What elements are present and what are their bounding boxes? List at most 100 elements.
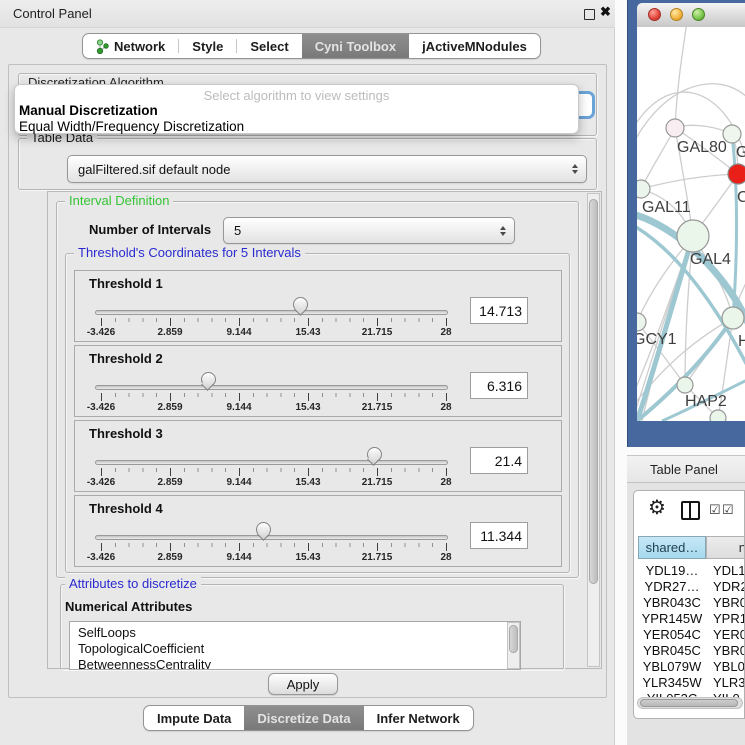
tab-cyni-toolbox-label: Cyni Toolbox (315, 39, 396, 54)
node-table-panel: ⚙ ☑ ☑ shared… na YDL19…YDL1 YDR27…YDR2 Y… (633, 490, 745, 719)
table-row[interactable]: YLR345WYLR3 (638, 675, 745, 691)
float-window-icon[interactable] (584, 9, 595, 20)
threshold-1-value-field[interactable] (470, 297, 528, 324)
threshold-3-panel: Threshold 3 -3.426 2.859 9.144 15.43 2 (74, 420, 562, 492)
close-icon[interactable]: ✖ (600, 4, 611, 20)
column-header-name-label: na (739, 540, 745, 555)
tab-infer-network[interactable]: Infer Network (364, 706, 473, 730)
cell: YBL0 (713, 659, 745, 674)
tab-infer-network-label: Infer Network (377, 711, 460, 726)
dropdown-option-equal-width[interactable]: Equal Width/Frequency Discretization (19, 119, 244, 134)
node-selected-red[interactable] (728, 164, 745, 184)
tab-network[interactable]: Network (83, 34, 178, 58)
column-header-shared-name[interactable]: shared… (638, 536, 706, 559)
close-traffic-light-icon[interactable] (648, 8, 661, 21)
cell: YBL079W (638, 659, 706, 674)
column-header-name[interactable]: na (706, 536, 745, 559)
tab-impute-data[interactable]: Impute Data (144, 706, 244, 730)
apply-button[interactable]: Apply (268, 673, 338, 695)
threshold-3-value-field[interactable] (470, 447, 528, 474)
tab-select[interactable]: Select (237, 34, 301, 58)
threshold-1-slider-thumb[interactable] (293, 297, 308, 312)
network-window-titlebar[interactable] (637, 3, 745, 28)
threshold-4-slider (101, 496, 446, 566)
cell: YBR045C (638, 643, 706, 658)
attributes-list-scrollbar-thumb[interactable] (509, 625, 518, 653)
cell: YLR3 (713, 675, 745, 690)
node-h[interactable] (722, 307, 744, 329)
gear-icon[interactable]: ⚙ (648, 495, 666, 520)
tab-cyni-toolbox[interactable]: Cyni Toolbox (302, 34, 409, 58)
threshold-4-slider-thumb[interactable] (256, 522, 271, 537)
threshold-3-slider-thumb[interactable] (367, 447, 382, 462)
checkbox-icon[interactable]: ☑ (709, 502, 721, 518)
thresholds-group: Threshold's Coordinates for 5 Intervals … (65, 253, 570, 573)
dropdown-prompt-item[interactable]: Select algorithm to view settings (15, 88, 578, 103)
list-item-betweennesscentrality[interactable]: BetweennessCentrality (70, 657, 520, 670)
tick-label: 28 (440, 327, 451, 338)
minimize-traffic-light-icon[interactable] (670, 8, 683, 21)
table-horizontal-scrollbar-thumb[interactable] (640, 699, 738, 707)
tick-label: -3.426 (87, 327, 115, 338)
numerical-attributes-list: SelfLoops TopologicalCoefficient Between… (69, 621, 521, 670)
tick-label: 15.43 (295, 552, 320, 563)
node-hap2[interactable] (677, 377, 693, 393)
node-gal80[interactable] (666, 119, 684, 137)
cyni-toolbox-panel: Discretization Algorithm Select algorith… (8, 64, 607, 698)
table-horizontal-scrollbar[interactable] (637, 697, 743, 709)
node-bottom[interactable] (710, 410, 726, 421)
tick-label: 15.43 (295, 402, 320, 413)
threshold-1-slider (101, 271, 446, 341)
table-row[interactable]: YDL19…YDL1 (638, 563, 745, 579)
settings-panel-scrollbar[interactable] (587, 193, 600, 667)
tick-label: 15.43 (295, 327, 320, 338)
node-label-gal11: GAL11 (642, 199, 691, 216)
screen: Control Panel ✖ Network Style Select Cyn… (0, 0, 745, 745)
cell: YPR145W (638, 611, 706, 626)
checkbox-icon[interactable]: ☑ (722, 502, 734, 518)
table-row[interactable]: YPR145WYPR1 (638, 611, 745, 627)
tab-network-label: Network (114, 39, 165, 54)
zoom-traffic-light-icon[interactable] (692, 8, 705, 21)
attributes-group-label: Attributes to discretize (65, 576, 201, 592)
node-label-gcy1: GCY1 (637, 331, 677, 348)
network-icon (96, 39, 109, 54)
node-label-h: H (738, 333, 745, 350)
tick-label: 21.715 (362, 327, 393, 338)
table-row[interactable]: YBL079W YBL0 (638, 659, 745, 675)
table-row[interactable]: YDR27…YDR2 (638, 579, 745, 595)
tab-style[interactable]: Style (179, 34, 236, 58)
tick-label: 9.144 (226, 327, 251, 338)
tab-discretize-data[interactable]: Discretize Data (244, 706, 363, 730)
threshold-2-value-field[interactable] (470, 372, 528, 399)
number-of-intervals-combobox[interactable]: 5 (223, 217, 515, 244)
table-data-combobox[interactable]: galFiltered.sif default node (67, 155, 587, 183)
tick-label: 28 (440, 477, 451, 488)
tick-label: -3.426 (87, 552, 115, 563)
tick-label: 21.715 (362, 552, 393, 563)
node-label-g: G. (736, 144, 745, 161)
settings-panel-scrollbar-thumb[interactable] (589, 199, 598, 584)
threshold-2-slider-thumb[interactable] (201, 372, 216, 387)
numerical-attributes-label: Numerical Attributes (65, 599, 192, 614)
table-row[interactable]: YBR045CYBR0 (638, 643, 745, 659)
tab-jactivemnodules[interactable]: jActiveMNodules (409, 34, 540, 58)
list-item-selfloops[interactable]: SelfLoops (70, 622, 520, 641)
table-row[interactable]: YBR043CYBR0 (638, 595, 745, 611)
node-gcy1[interactable] (637, 313, 646, 331)
tick-label: 2.859 (157, 552, 182, 563)
attributes-list-scrollbar[interactable] (507, 622, 520, 669)
dropdown-option-manual[interactable]: Manual Discretization (19, 103, 158, 118)
tick-label: 9.144 (226, 552, 251, 563)
node-gal11[interactable] (637, 180, 650, 198)
column-layout-icon[interactable] (681, 501, 700, 520)
node-gal4[interactable] (677, 220, 709, 252)
list-item-topologicalcoefficient[interactable]: TopologicalCoefficient (70, 641, 520, 657)
tab-select-label: Select (250, 39, 288, 54)
network-canvas[interactable]: GAL80 G. C GAL11 GAL4 GCY1 H HAP2 (637, 27, 745, 421)
table-row[interactable]: YER054CYER0 (638, 627, 745, 643)
tab-style-label: Style (192, 39, 223, 54)
threshold-4-value-field[interactable] (470, 522, 528, 549)
tab-impute-data-label: Impute Data (157, 711, 231, 726)
threshold-3-slider (101, 421, 446, 491)
